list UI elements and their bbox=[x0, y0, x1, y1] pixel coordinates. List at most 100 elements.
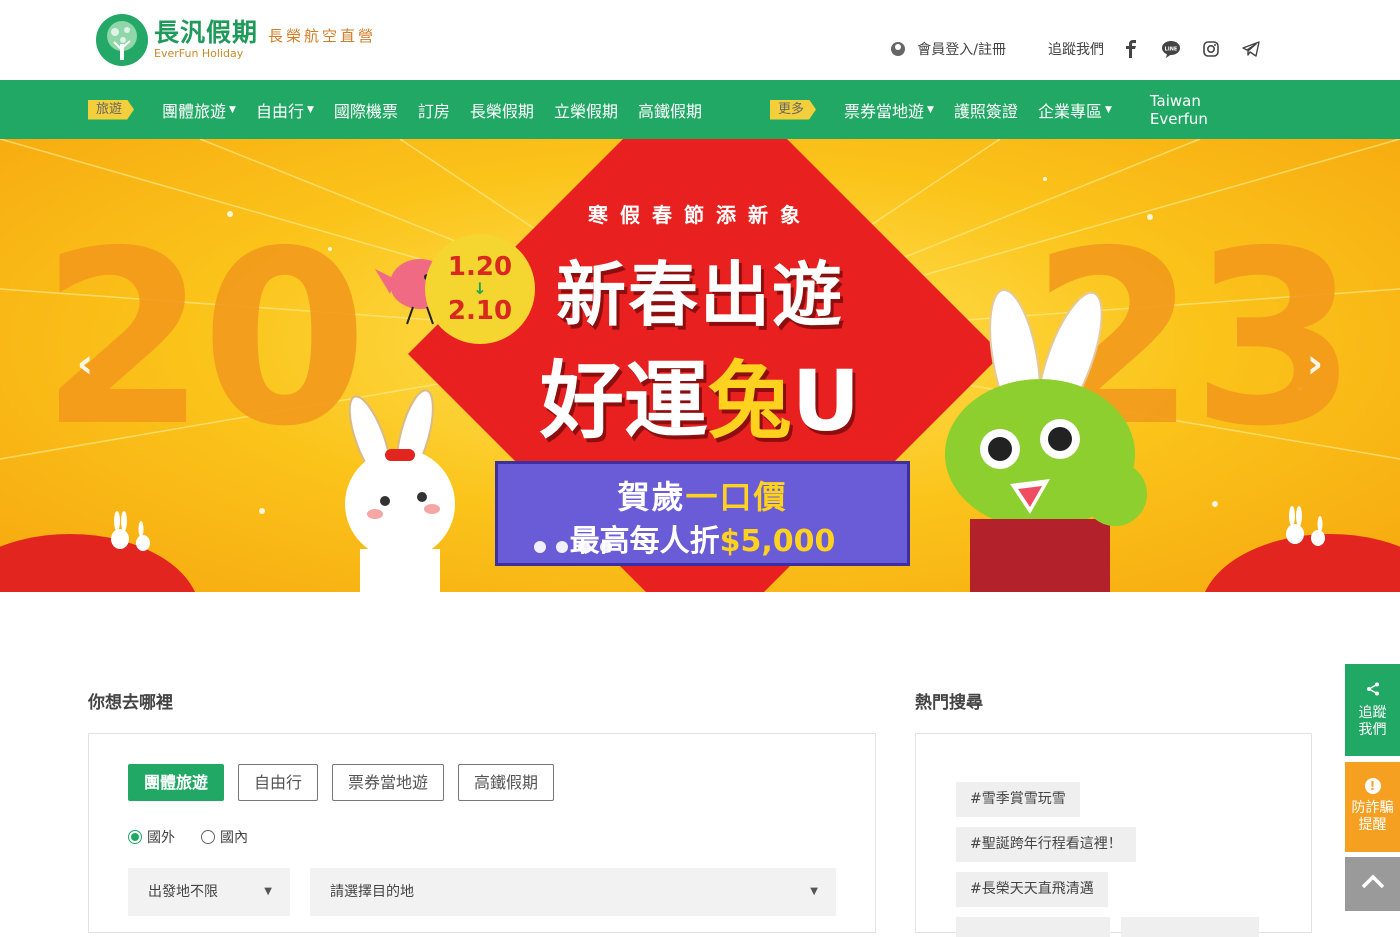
nav-item-4[interactable]: 長榮假期 bbox=[470, 98, 534, 122]
nav-item-label: 自由行 bbox=[255, 101, 304, 121]
nav-item-label: 長榮假期 bbox=[469, 101, 534, 121]
carousel-dot[interactable] bbox=[556, 541, 568, 553]
nav-item-2[interactable]: 國際機票 bbox=[334, 98, 398, 122]
anti-fraud-float-button[interactable]: ! 防詐騙 提醒 bbox=[1345, 762, 1400, 852]
member-login-link[interactable]: 會員登入/註冊 bbox=[891, 39, 1006, 59]
chevron-down-icon: ▼ bbox=[306, 104, 314, 115]
site-header: 長汎假期 EverFun Holiday 長榮航空直營 會員登入/註冊 追蹤我們… bbox=[0, 0, 1400, 80]
hot-search-panel: #雪季賞雪玩雪 #聖誕跨年行程看這裡！ #長榮天天直飛清邁 bbox=[915, 733, 1312, 937]
tree-logo-icon bbox=[96, 14, 148, 66]
nav-taiwan-everfun[interactable]: Taiwan Everfun bbox=[1150, 92, 1208, 128]
svg-text:LINE: LINE bbox=[1165, 47, 1178, 53]
radio-abroad[interactable]: 國外 bbox=[128, 827, 175, 847]
nav-item-label: 團體旅遊 bbox=[162, 101, 227, 121]
search-section-title: 你想去哪裡 bbox=[88, 693, 173, 713]
radio-domestic-label: 國內 bbox=[220, 830, 248, 846]
hot-search-tag[interactable]: #雪季賞雪玩雪 bbox=[956, 782, 1080, 817]
origin-select-value: 出發地不限 bbox=[148, 884, 218, 900]
anti-fraud-float-line1: 防詐騙 bbox=[1351, 800, 1394, 816]
radio-domestic[interactable]: 國內 bbox=[201, 827, 248, 847]
nav-item-label: 高鐵假期 bbox=[637, 101, 702, 121]
carousel-dot[interactable] bbox=[534, 541, 546, 553]
follow-us-float-line1: 追蹤 bbox=[1358, 705, 1387, 721]
destination-select[interactable]: 請選擇目的地 ▼ bbox=[310, 868, 836, 916]
small-rabbits-right-icon bbox=[1286, 506, 1325, 546]
search-tabs: 團體旅遊 自由行 票券當地遊 高鐵假期 bbox=[128, 764, 568, 801]
banner-title-line1: 新春出遊 bbox=[556, 254, 844, 336]
search-tab-2[interactable]: 票券當地遊 bbox=[332, 764, 445, 801]
follow-us-float-button[interactable]: 追蹤 我們 bbox=[1345, 664, 1400, 756]
carousel-dot[interactable] bbox=[600, 541, 612, 553]
site-logo[interactable]: 長汎假期 EverFun Holiday 長榮航空直營 bbox=[96, 14, 376, 66]
chevron-down-icon: ▼ bbox=[927, 104, 934, 115]
nav-taiwan-line2: Everfun bbox=[1149, 109, 1208, 128]
user-icon bbox=[891, 42, 906, 56]
radio-abroad-indicator bbox=[128, 830, 142, 844]
nav-item-0[interactable]: 團體旅遊 ▼ bbox=[162, 98, 236, 122]
carousel-dot[interactable] bbox=[578, 541, 590, 553]
nav-item-6[interactable]: 高鐵假期 bbox=[638, 98, 702, 122]
carousel-indicators bbox=[534, 541, 622, 553]
banner-promo-line1-a: 賀歲 bbox=[617, 478, 686, 516]
nav-item-label: 企業專區 bbox=[1037, 101, 1102, 121]
nav-item-1[interactable]: 自由行 ▼ bbox=[256, 98, 314, 122]
nav-tag-travel: 旅遊 bbox=[88, 99, 135, 120]
share-icon bbox=[1345, 682, 1400, 701]
banner-kicker: 寒假春節添新象 bbox=[588, 203, 812, 227]
caret-down-icon: ▼ bbox=[810, 886, 818, 897]
nav-item-label: 立榮假期 bbox=[553, 101, 618, 121]
instagram-icon[interactable] bbox=[1198, 36, 1224, 62]
main-nav: 旅遊 團體旅遊 ▼ 自由行 ▼ 國際機票 訂房 長榮假期 立榮假期 高鐵假期 更多 票券當地遊 ▼… bbox=[0, 80, 1400, 139]
nav-item-label: 票券當地遊 bbox=[843, 101, 924, 121]
member-login-label: 會員登入/註冊 bbox=[917, 42, 1006, 58]
line-icon[interactable]: LINE bbox=[1158, 36, 1184, 62]
logo-name-zh: 長汎假期 bbox=[154, 18, 259, 47]
radio-abroad-label: 國外 bbox=[147, 830, 175, 846]
search-tab-3[interactable]: 高鐵假期 bbox=[458, 764, 555, 801]
follow-us-label: 追蹤我們 bbox=[1048, 42, 1104, 58]
hot-search-tag-partial[interactable] bbox=[956, 917, 1110, 937]
hot-search-title: 熱門搜尋 bbox=[915, 693, 983, 713]
destination-select-placeholder: 請選擇目的地 bbox=[330, 884, 414, 900]
nav-item-more-2[interactable]: 企業專區 ▼ bbox=[1038, 98, 1112, 122]
hot-search-tag[interactable]: #長榮天天直飛清邁 bbox=[956, 872, 1108, 907]
banner-title2-a: 好運 bbox=[539, 352, 708, 450]
hero-banner[interactable]: 20 23 1.20 ↓ 2.10 寒假春節添新象 新春出遊 好運兔U 賀歲一口… bbox=[0, 139, 1400, 592]
search-tab-1[interactable]: 自由行 bbox=[238, 764, 319, 801]
hot-search-tags: #雪季賞雪玩雪 #聖誕跨年行程看這裡！ #長榮天天直飛清邁 bbox=[956, 782, 1136, 917]
banner-title2-b: U bbox=[791, 352, 861, 450]
logo-name-en: EverFun Holiday bbox=[154, 47, 244, 60]
nav-item-5[interactable]: 立榮假期 bbox=[554, 98, 618, 122]
banner-promo-line2-highlight: $5,000 bbox=[719, 524, 836, 559]
carousel-prev-button[interactable]: ‹ bbox=[70, 344, 100, 384]
carousel-next-button[interactable]: › bbox=[1300, 344, 1330, 384]
banner-promo-line1: 賀歲一口價 bbox=[498, 472, 907, 518]
nav-tag-more: 更多 bbox=[769, 99, 816, 120]
nav-item-more-0[interactable]: 票券當地遊 ▼ bbox=[844, 98, 934, 122]
radio-domestic-indicator bbox=[201, 830, 215, 844]
caret-down-icon: ▼ bbox=[264, 886, 272, 897]
chevron-up-icon bbox=[1361, 874, 1384, 889]
search-tab-0[interactable]: 團體旅遊 bbox=[128, 764, 225, 801]
hot-search-tag-partial[interactable] bbox=[1121, 917, 1259, 937]
banner-promo-line1-highlight: 一口價 bbox=[685, 478, 788, 516]
telegram-icon[interactable] bbox=[1238, 36, 1264, 62]
anti-fraud-float-line2: 提醒 bbox=[1358, 817, 1387, 833]
hot-search-tag[interactable]: #聖誕跨年行程看這裡！ bbox=[956, 827, 1136, 862]
search-panel: 團體旅遊 自由行 票券當地遊 高鐵假期 國外 國內 出發地不限 ▼ 請選擇目的地 ▼ bbox=[88, 733, 876, 933]
small-rabbits-left-icon bbox=[111, 511, 150, 551]
banner-title-line2: 好運兔U bbox=[0, 334, 1400, 455]
exclamation-icon: ! bbox=[1364, 778, 1381, 794]
facebook-icon[interactable] bbox=[1118, 36, 1144, 62]
follow-us-float-line2: 我們 bbox=[1358, 722, 1387, 738]
chevron-down-icon: ▼ bbox=[1104, 104, 1112, 115]
back-to-top-button[interactable] bbox=[1345, 857, 1400, 911]
banner-title2-highlight: 兔 bbox=[707, 352, 792, 450]
nav-item-more-1[interactable]: 護照簽證 bbox=[954, 98, 1018, 122]
nav-item-3[interactable]: 訂房 bbox=[418, 98, 450, 122]
nav-item-label: 護照簽證 bbox=[953, 101, 1018, 121]
nav-taiwan-line1: Taiwan bbox=[1149, 91, 1201, 110]
origin-select[interactable]: 出發地不限 ▼ bbox=[128, 868, 290, 916]
banner-promo-line2: 最高每人折$5,000 bbox=[498, 516, 907, 560]
nav-item-label: 國際機票 bbox=[333, 101, 398, 121]
